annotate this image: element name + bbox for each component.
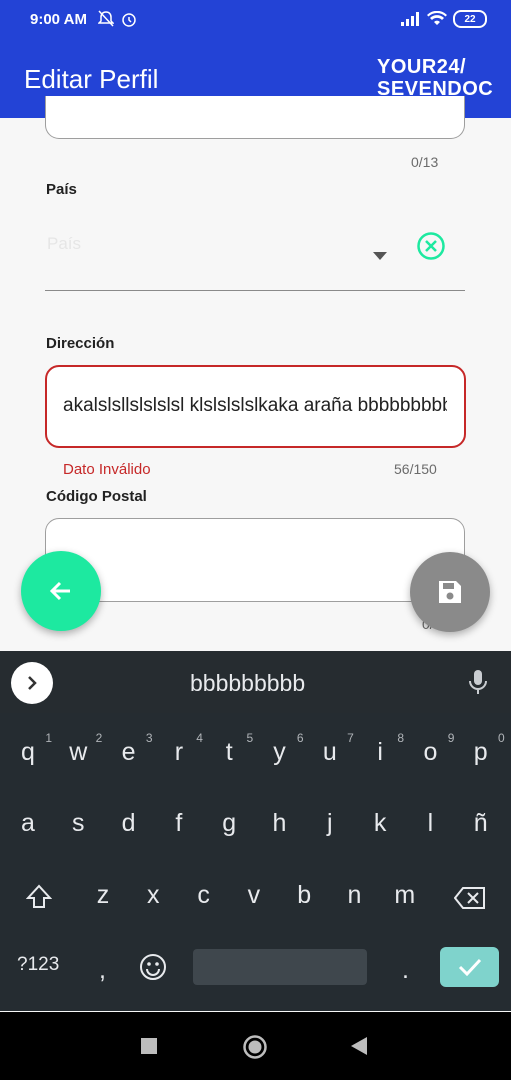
notifications-off-icon — [98, 10, 114, 27]
direccion-label: Dirección — [46, 335, 115, 352]
emoji-icon[interactable] — [139, 953, 167, 981]
clear-icon[interactable] — [416, 231, 446, 261]
key-q[interactable]: q1 — [10, 731, 52, 767]
key-b[interactable]: b — [286, 880, 322, 910]
key-y[interactable]: y6 — [262, 731, 303, 767]
key-letter: i — [377, 738, 383, 766]
key-letter: e — [121, 738, 136, 766]
key-w[interactable]: w2 — [60, 731, 102, 767]
confirm-key[interactable] — [440, 947, 499, 987]
key-o[interactable]: o9 — [412, 731, 454, 767]
suggestion-word[interactable]: bbbbbbbbb — [190, 670, 305, 697]
key-number-hint: 4 — [196, 731, 203, 745]
key-letter: u — [322, 738, 337, 766]
codigo-postal-input[interactable] — [45, 518, 465, 602]
key-h[interactable]: h — [262, 808, 298, 838]
home-icon[interactable] — [242, 1034, 268, 1060]
save-button[interactable] — [410, 552, 490, 632]
symbols-key[interactable]: ?123 — [17, 954, 59, 976]
key-n[interactable]: n — [337, 880, 373, 910]
key-number-hint: 5 — [246, 731, 254, 745]
back-nav-icon[interactable] — [351, 1037, 367, 1055]
key-ñ[interactable]: ñ — [463, 808, 499, 838]
mic-icon[interactable] — [468, 668, 488, 696]
key-x[interactable]: x — [135, 880, 171, 910]
direccion-input[interactable]: akalslsllslslslsl klslslslslkaka araña b… — [45, 365, 466, 448]
key-number-hint: 7 — [347, 731, 354, 745]
key-g[interactable]: g — [211, 808, 247, 838]
pais-placeholder: País — [47, 234, 82, 253]
chevron-down-icon — [373, 252, 387, 260]
key-d[interactable]: d — [111, 808, 147, 838]
key-z[interactable]: z — [85, 880, 121, 910]
back-button[interactable] — [21, 551, 101, 631]
key-k[interactable]: k — [362, 808, 398, 838]
previous-field-input[interactable] — [45, 96, 465, 139]
key-l[interactable]: l — [412, 808, 448, 838]
pais-label: País — [46, 181, 77, 198]
direccion-value: akalslsllslslslsl klslslslslkaka araña b… — [63, 395, 447, 416]
key-number-hint: 2 — [95, 731, 103, 745]
previous-field-counter: 0/13 — [411, 154, 439, 170]
key-number-hint: 1 — [45, 731, 52, 745]
logo-line-1: YOUR24/ — [377, 56, 467, 78]
key-c[interactable]: c — [186, 880, 222, 910]
status-time: 9:00 AM — [30, 11, 87, 28]
page-title: Editar Perfil — [24, 64, 159, 94]
keyboard-suggestion-bar: bbbbbbbbb — [0, 651, 511, 713]
alarm-icon — [122, 13, 136, 27]
direccion-error: Dato Inválido — [63, 461, 151, 478]
key-number-hint: 9 — [447, 731, 455, 745]
key-r[interactable]: r4 — [161, 731, 203, 767]
expand-toolbar-button[interactable] — [11, 662, 53, 704]
key-letter: p — [473, 738, 488, 766]
navigation-bar — [0, 1012, 511, 1080]
key-a[interactable]: a — [10, 808, 46, 838]
key-letter: t — [225, 738, 233, 766]
codigo-postal-label: Código Postal — [46, 488, 147, 505]
chevron-right-icon — [28, 676, 37, 690]
key-number-hint: 0 — [498, 731, 505, 745]
keyboard: q1w2e3r4t5y6u7i8o9p0 asdfghjklñ zxcvbnm … — [0, 713, 511, 1011]
battery-icon: 22 — [453, 10, 487, 28]
shift-icon[interactable] — [26, 884, 52, 910]
signal-icon — [401, 12, 419, 26]
check-icon — [458, 958, 481, 976]
key-t[interactable]: t5 — [211, 731, 253, 767]
key-letter: r — [174, 738, 184, 766]
period-key[interactable]: . — [402, 956, 409, 985]
backspace-icon[interactable] — [454, 887, 486, 909]
key-letter: y — [273, 738, 286, 766]
key-j[interactable]: j — [312, 808, 348, 838]
key-letter: w — [69, 738, 88, 766]
wifi-icon — [427, 11, 447, 25]
key-e[interactable]: e3 — [111, 731, 153, 767]
key-p[interactable]: p0 — [463, 731, 505, 767]
key-letter: o — [423, 738, 438, 766]
key-u[interactable]: u7 — [312, 731, 354, 767]
status-bar: 9:00 AM 22 — [0, 0, 511, 40]
key-i[interactable]: i8 — [362, 731, 404, 767]
key-number-hint: 6 — [296, 731, 304, 745]
key-s[interactable]: s — [60, 808, 96, 838]
key-number-hint: 3 — [145, 731, 153, 745]
key-v[interactable]: v — [236, 880, 272, 910]
key-number-hint: 8 — [397, 731, 405, 745]
key-m[interactable]: m — [387, 880, 423, 910]
comma-key[interactable]: , — [99, 956, 106, 985]
recents-icon[interactable] — [141, 1038, 157, 1054]
key-letter: q — [21, 738, 35, 766]
pais-dropdown[interactable]: País — [45, 218, 465, 291]
save-icon — [439, 581, 461, 603]
key-f[interactable]: f — [161, 808, 197, 838]
direccion-counter: 56/150 — [394, 461, 437, 477]
battery-level: 22 — [464, 13, 476, 25]
space-bar[interactable] — [193, 949, 367, 985]
arrow-left-icon — [49, 581, 70, 601]
